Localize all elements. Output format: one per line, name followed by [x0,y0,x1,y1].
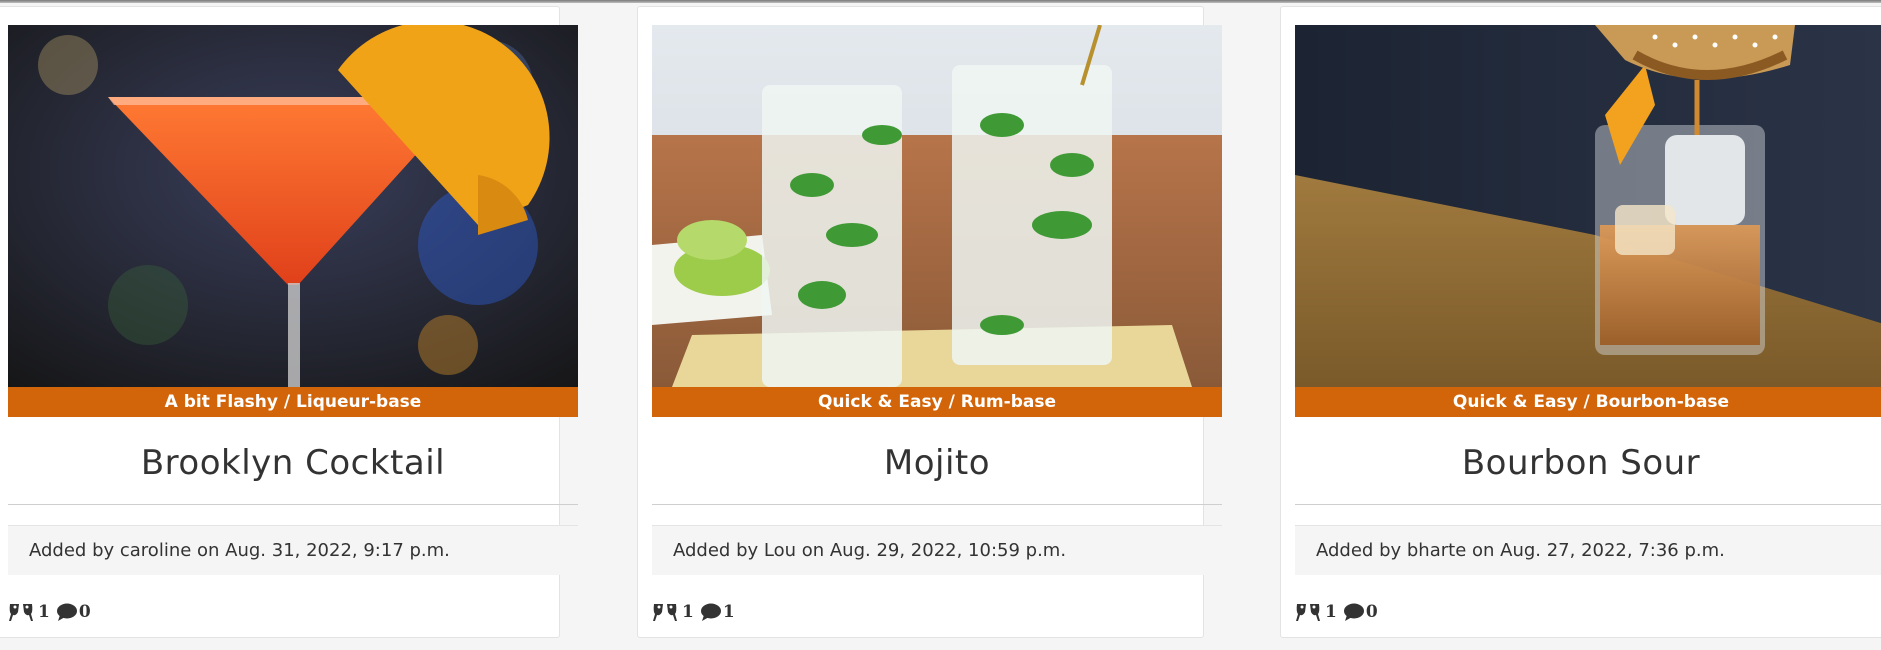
card-stats: 1 0 [1295,599,1384,625]
comments-count: 0 [1365,602,1378,622]
cocktail-title[interactable]: Brooklyn Cocktail [8,435,578,491]
comments-count: 1 [722,602,735,622]
divider [652,504,1222,505]
cocktail-image[interactable] [652,25,1222,387]
cocktail-card[interactable]: Quick & Easy / Bourbon-base Bourbon Sour… [1280,6,1881,638]
cheers-count: 1 [1325,602,1337,622]
cheers-count: 1 [682,602,694,622]
comment-bubble-icon [1343,602,1365,622]
cocktail-card[interactable]: A bit Flashy / Liqueur-base Brooklyn Coc… [0,6,578,638]
added-by-info: Added by Lou on Aug. 29, 2022, 10:59 p.m… [652,525,1222,575]
divider [8,504,578,505]
comments-count: 0 [78,602,91,622]
cocktail-title[interactable]: Mojito [652,435,1222,491]
cheers-count: 1 [38,602,50,622]
cocktail-card[interactable]: Quick & Easy / Rum-base Mojito Added by … [637,6,1222,638]
category-label[interactable]: Quick & Easy / Rum-base [652,387,1222,417]
glasses-clink-icon [8,602,34,622]
card-stats: 1 1 [652,599,741,625]
cocktail-image[interactable] [8,25,578,387]
card-stats: 1 0 [8,599,97,625]
glasses-clink-icon [1295,602,1321,622]
comment-bubble-icon [700,602,722,622]
divider [1295,504,1881,505]
cocktail-image[interactable] [1295,25,1881,387]
added-by-info: Added by caroline on Aug. 31, 2022, 9:17… [8,525,578,575]
added-by-info: Added by bharte on Aug. 27, 2022, 7:36 p… [1295,525,1881,575]
comment-bubble-icon [56,602,78,622]
glasses-clink-icon [652,602,678,622]
top-shadow-bar [0,0,1881,3]
category-label[interactable]: Quick & Easy / Bourbon-base [1295,387,1881,417]
cocktail-title[interactable]: Bourbon Sour [1295,435,1867,491]
category-label[interactable]: A bit Flashy / Liqueur-base [8,387,578,417]
